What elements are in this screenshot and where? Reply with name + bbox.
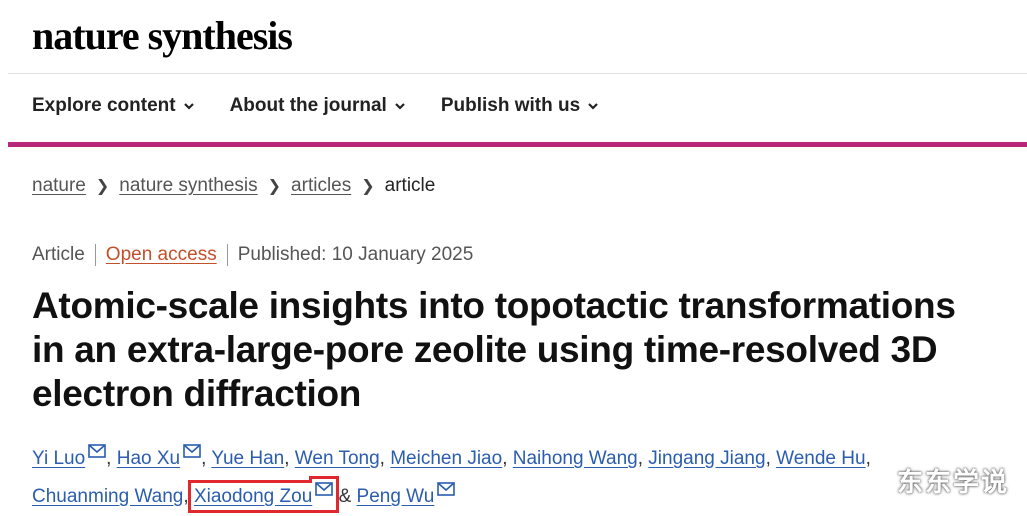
meta-divider [226, 244, 228, 266]
accent-bar [8, 142, 1027, 147]
chevron-down-icon [588, 103, 598, 110]
author-link[interactable]: Xiaodong Zou [194, 486, 312, 507]
mail-icon[interactable] [183, 444, 201, 458]
chevron-down-icon [183, 103, 194, 110]
nav-about-journal[interactable]: About the journal [230, 95, 407, 117]
author-link[interactable]: Hao Xu [117, 448, 180, 469]
open-access-link[interactable]: Open access [106, 244, 217, 266]
breadcrumb-current: article [384, 175, 436, 196]
author-list: Yi Luo, Hao Xu, Yue Han, Wen Tong, Meich… [32, 440, 932, 516]
article-title: Atomic-scale insights into topotactic tr… [32, 285, 956, 414]
article-meta: Article Open access Published: 10 Januar… [32, 244, 473, 266]
article-type: Article [32, 244, 85, 265]
highlighted-author: Xiaodong Zou [187, 480, 340, 513]
author-link[interactable]: Yi Luo [32, 448, 85, 469]
breadcrumb-articles[interactable]: articles [291, 175, 351, 197]
chevron-right-icon: ❯ [95, 178, 110, 195]
meta-divider [94, 244, 96, 266]
nav-label: About the journal [229, 95, 387, 116]
nav-publish-with-us[interactable]: Publish with us [441, 95, 600, 117]
header-divider [8, 73, 1027, 74]
author-link[interactable]: Chuanming Wang [32, 486, 183, 507]
breadcrumb: nature ❯ nature synthesis ❯ articles ❯ a… [32, 175, 435, 197]
author-link[interactable]: Jingang Jiang [648, 448, 765, 469]
nav-label: Publish with us [440, 95, 581, 116]
nav-label: Explore content [32, 95, 176, 116]
nav-explore-content[interactable]: Explore content [32, 95, 196, 117]
mail-icon[interactable] [315, 482, 334, 496]
author-link[interactable]: Wen Tong [295, 448, 380, 469]
author-ampersand: & [338, 486, 352, 507]
mail-icon[interactable] [437, 482, 456, 496]
journal-logo[interactable]: nature synthesis [32, 12, 293, 59]
breadcrumb-nature[interactable]: nature [32, 175, 86, 197]
watermark: 东东学说 [896, 468, 1009, 498]
chevron-right-icon: ❯ [267, 178, 282, 195]
chevron-right-icon: ❯ [361, 178, 375, 195]
published-date: Published: 10 January 2025 [237, 244, 474, 265]
main-nav: Explore content About the journal Publis… [32, 95, 600, 117]
chevron-down-icon [395, 103, 405, 110]
mail-icon[interactable] [88, 444, 106, 458]
author-link[interactable]: Meichen Jiao [390, 448, 502, 469]
author-link[interactable]: Yue Han [211, 448, 284, 469]
author-link[interactable]: Naihong Wang [513, 448, 638, 469]
author-link[interactable]: Peng Wu [357, 486, 435, 507]
breadcrumb-nature-synthesis[interactable]: nature synthesis [119, 175, 257, 197]
author-link[interactable]: Wende Hu [776, 448, 865, 469]
